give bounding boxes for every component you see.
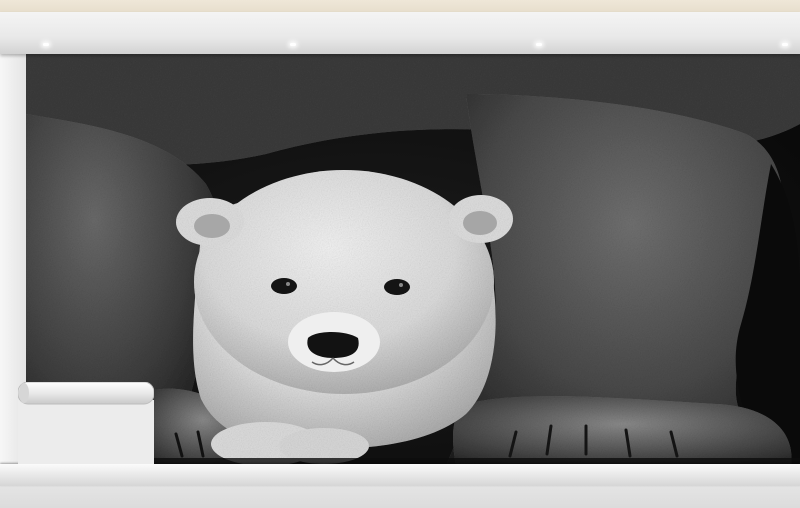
spotlight-icon xyxy=(43,43,49,46)
room-scene xyxy=(0,0,800,508)
spotlight-icon xyxy=(290,43,296,46)
ceiling-trim xyxy=(0,12,800,54)
spotlight-icon xyxy=(782,43,788,46)
floor xyxy=(0,486,800,508)
rolled-paper-corner-icon xyxy=(18,382,154,464)
baseboard xyxy=(0,464,800,486)
spotlight-icon xyxy=(536,43,542,46)
